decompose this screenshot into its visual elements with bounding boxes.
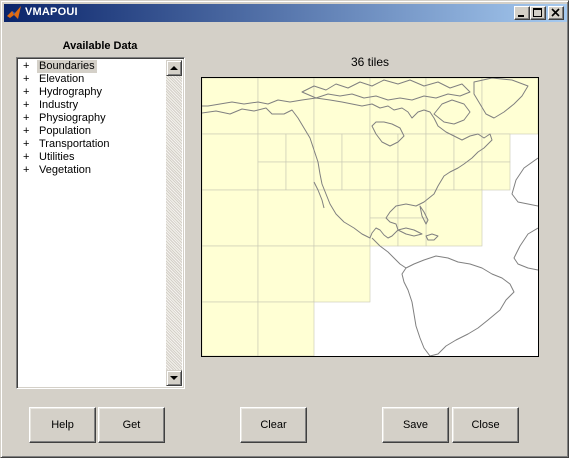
maximize-icon [533, 8, 542, 17]
list-item-physiography[interactable]: + Physiography [19, 112, 166, 125]
map-tile[interactable] [481, 78, 538, 135]
map-tile[interactable] [257, 189, 315, 247]
map-tile[interactable] [257, 133, 287, 163]
expand-icon[interactable]: + [23, 138, 33, 151]
scroll-down-arrow-icon [170, 376, 178, 380]
map-tile[interactable] [313, 245, 371, 303]
vmapoui-window: VMAPOUI Available Data + Boundaries + Eleva… [0, 0, 569, 458]
window-title: VMAPOUI [25, 6, 78, 18]
map-tile[interactable] [425, 133, 455, 163]
save-button[interactable]: Save [382, 407, 449, 443]
map-tile[interactable] [397, 161, 427, 191]
expand-icon[interactable]: + [23, 73, 33, 86]
expand-icon[interactable]: + [23, 86, 33, 99]
americas-tile-map [202, 78, 538, 356]
list-item-label: Industry [39, 99, 79, 111]
expand-icon[interactable]: + [23, 60, 33, 73]
scroll-down-button[interactable] [166, 370, 182, 386]
list-item-transportation[interactable]: + Transportation [19, 138, 166, 151]
map-tile[interactable] [202, 301, 259, 356]
list-item-industry[interactable]: + Industry [19, 99, 166, 112]
coastline-africa-edge [511, 157, 538, 207]
coastline-west-africa [513, 227, 538, 271]
list-item-boundaries[interactable]: + Boundaries [19, 60, 166, 73]
tile-count-label: 36 tiles [350, 55, 390, 69]
expand-icon[interactable]: + [23, 164, 33, 177]
list-item-elevation[interactable]: + Elevation [19, 73, 166, 86]
map-tile[interactable] [313, 189, 371, 247]
map-tile[interactable] [369, 161, 399, 191]
map-tile[interactable] [257, 78, 315, 135]
close-icon [551, 8, 560, 17]
expand-icon[interactable]: + [23, 125, 33, 138]
scroll-up-button[interactable] [166, 60, 182, 76]
map-tile[interactable] [341, 133, 371, 163]
list-item-utilities[interactable]: + Utilities [19, 151, 166, 164]
map-tile[interactable] [453, 161, 483, 191]
map-axes[interactable] [201, 77, 539, 357]
list-items-container: + Boundaries + Elevation + Hydrography + Indust… [19, 60, 166, 177]
tile-grid [202, 78, 538, 356]
expand-icon[interactable]: + [23, 112, 33, 125]
close-button[interactable]: Close [452, 407, 519, 443]
maximize-button[interactable] [530, 6, 546, 20]
help-button[interactable]: Help [29, 407, 96, 443]
map-tile[interactable] [481, 161, 511, 191]
map-tile[interactable] [257, 301, 315, 356]
available-data-list[interactable]: + Boundaries + Elevation + Hydrography + Indust… [16, 57, 185, 389]
minimize-icon [518, 15, 524, 17]
map-tile[interactable] [202, 189, 259, 247]
map-tile[interactable] [369, 133, 399, 163]
list-item-label: Physiography [39, 112, 106, 124]
map-tile[interactable] [257, 161, 287, 191]
expand-icon[interactable]: + [23, 151, 33, 164]
expand-icon[interactable]: + [23, 99, 33, 112]
map-tile[interactable] [425, 189, 483, 247]
matlab-logo-icon [7, 6, 21, 19]
title-bar[interactable]: VMAPOUI [4, 4, 567, 22]
available-data-heading: Available Data [62, 40, 138, 52]
scroll-up-arrow-icon [170, 66, 178, 70]
list-item-label: Utilities [39, 151, 75, 163]
list-item-vegetation[interactable]: + Vegetation [19, 164, 166, 177]
list-item-label: Boundaries [37, 60, 97, 73]
map-tile[interactable] [202, 245, 259, 303]
coastline-south-america [401, 255, 515, 356]
list-item-label: Population [39, 125, 91, 137]
get-button[interactable]: Get [98, 407, 165, 443]
minimize-button[interactable] [514, 6, 530, 20]
map-tile[interactable] [341, 161, 371, 191]
map-tile[interactable] [257, 245, 315, 303]
list-item-label: Hydrography [39, 86, 102, 98]
map-tile[interactable] [425, 161, 455, 191]
close-window-button[interactable] [548, 6, 564, 20]
map-tile[interactable] [202, 133, 259, 191]
list-item-label: Transportation [39, 138, 110, 150]
map-tile[interactable] [481, 133, 511, 163]
list-scrollbar[interactable] [166, 60, 182, 386]
list-item-label: Vegetation [39, 164, 91, 176]
map-tile[interactable] [285, 161, 315, 191]
list-item-population[interactable]: + Population [19, 125, 166, 138]
map-tile[interactable] [369, 217, 399, 247]
list-item-label: Elevation [39, 73, 85, 85]
map-tile[interactable] [313, 133, 343, 163]
clear-button[interactable]: Clear [240, 407, 307, 443]
map-tile[interactable] [369, 189, 399, 219]
list-item-hydrography[interactable]: + Hydrography [19, 86, 166, 99]
map-tile[interactable] [369, 78, 427, 135]
